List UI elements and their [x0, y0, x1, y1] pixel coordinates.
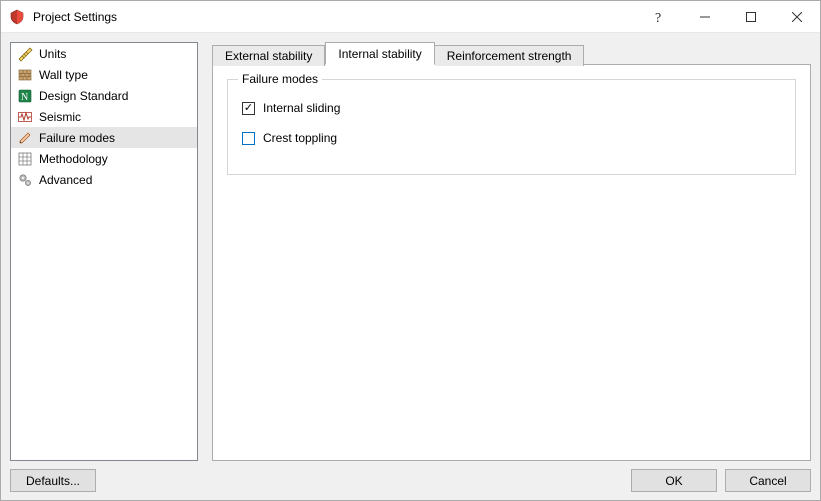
maximize-button[interactable] [728, 2, 774, 32]
gears-icon [17, 172, 33, 188]
sidebar-item-label: Advanced [39, 173, 92, 187]
group-legend: Failure modes [238, 72, 322, 86]
svg-text:N: N [21, 92, 28, 103]
ok-button[interactable]: OK [631, 469, 717, 492]
sidebar-item-advanced[interactable]: Advanced [11, 169, 197, 190]
button-label: Defaults... [26, 474, 80, 488]
help-button[interactable]: ? [636, 2, 682, 32]
tab-label: External stability [225, 49, 312, 63]
cancel-button[interactable]: Cancel [725, 469, 811, 492]
sidebar-item-failure-modes[interactable]: Failure modes [11, 127, 197, 148]
defaults-button[interactable]: Defaults... [10, 469, 96, 492]
dialog-footer: Defaults... OK Cancel [10, 461, 811, 492]
button-label: OK [665, 474, 682, 488]
main-row: Units Wall type N Design Standard [10, 42, 811, 461]
tab-internal-stability[interactable]: Internal stability [325, 42, 434, 65]
sidebar-item-seismic[interactable]: Seismic [11, 106, 197, 127]
app-icon [9, 9, 25, 25]
tab-reinforcement-strength[interactable]: Reinforcement strength [435, 45, 585, 66]
checkbox-internal-sliding[interactable]: ✓ [242, 102, 255, 115]
sidebar-item-label: Design Standard [39, 89, 128, 103]
pencil-icon [17, 130, 33, 146]
tab-bar: External stability Internal stability Re… [212, 42, 811, 65]
client-area: Units Wall type N Design Standard [1, 33, 820, 500]
content-area: External stability Internal stability Re… [212, 42, 811, 461]
tab-label: Reinforcement strength [447, 49, 572, 63]
titlebar: Project Settings ? [1, 1, 820, 33]
tab-external-stability[interactable]: External stability [212, 45, 325, 66]
checkbox-label: Crest toppling [263, 131, 337, 145]
sidebar-item-methodology[interactable]: Methodology [11, 148, 197, 169]
checkbox-label: Internal sliding [263, 101, 340, 115]
sidebar-item-label: Wall type [39, 68, 88, 82]
sidebar-item-wall-type[interactable]: Wall type [11, 64, 197, 85]
checkbox-crest-toppling[interactable] [242, 132, 255, 145]
failure-modes-group: Failure modes ✓ Internal sliding Crest t… [227, 79, 796, 175]
svg-text:?: ? [655, 11, 661, 24]
ruler-icon [17, 46, 33, 62]
standard-icon: N [17, 88, 33, 104]
tab-panel: Failure modes ✓ Internal sliding Crest t… [212, 64, 811, 461]
check-icon: ✓ [244, 103, 253, 114]
sidebar-item-units[interactable]: Units [11, 43, 197, 64]
checkbox-row-internal-sliding[interactable]: ✓ Internal sliding [242, 98, 781, 118]
minimize-button[interactable] [682, 2, 728, 32]
sidebar-item-label: Methodology [39, 152, 108, 166]
window-title: Project Settings [33, 10, 117, 24]
dialog-window: Project Settings ? Units [0, 0, 821, 501]
sidebar-item-label: Units [39, 47, 66, 61]
table-icon [17, 151, 33, 167]
tab-label: Internal stability [338, 47, 421, 61]
sidebar-item-label: Failure modes [39, 131, 115, 145]
close-button[interactable] [774, 2, 820, 32]
sidebar-item-design-standard[interactable]: N Design Standard [11, 85, 197, 106]
seismic-icon [17, 109, 33, 125]
sidebar-item-label: Seismic [39, 110, 81, 124]
button-label: Cancel [749, 474, 786, 488]
checkbox-row-crest-toppling[interactable]: Crest toppling [242, 128, 781, 148]
wall-icon [17, 67, 33, 83]
category-list: Units Wall type N Design Standard [10, 42, 198, 461]
